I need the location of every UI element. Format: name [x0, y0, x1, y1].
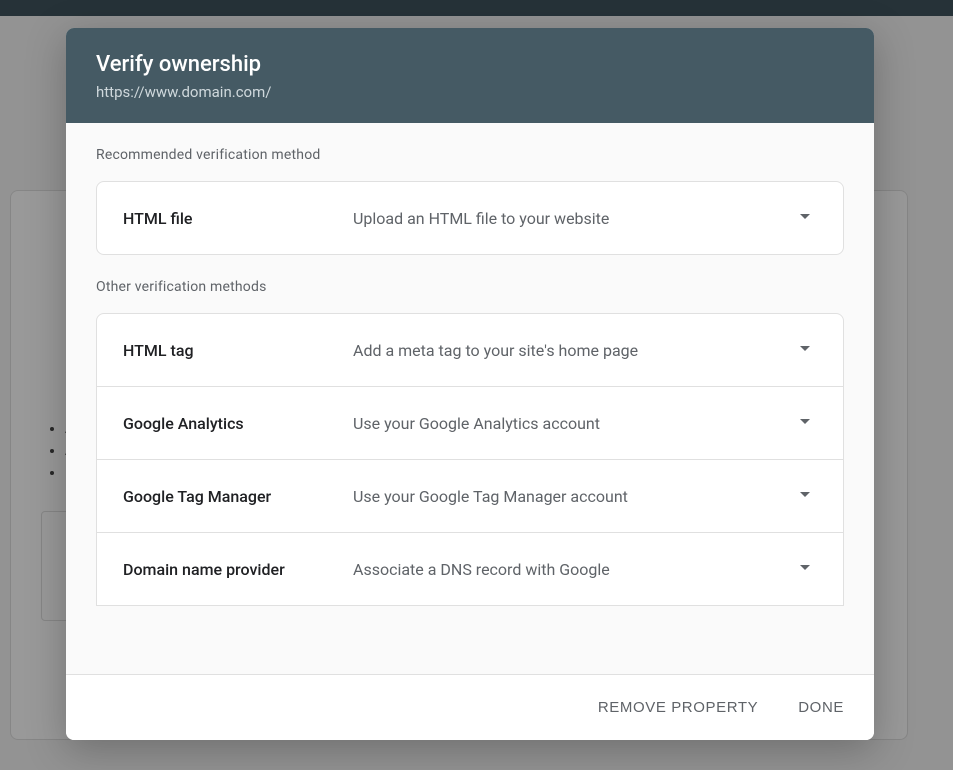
done-button[interactable]: DONE: [794, 691, 848, 724]
method-desc: Use your Google Analytics account: [353, 414, 793, 433]
app-top-bar: [0, 0, 953, 16]
dialog-header: Verify ownership https://www.domain.com/: [66, 28, 874, 123]
dialog-body: Recommended verification method HTML fil…: [66, 123, 874, 674]
method-name: Domain name provider: [123, 560, 353, 579]
verify-ownership-dialog: Verify ownership https://www.domain.com/…: [66, 28, 874, 740]
method-google-tag-manager[interactable]: Google Tag Manager Use your Google Tag M…: [96, 460, 844, 533]
method-desc: Upload an HTML file to your website: [353, 209, 793, 228]
method-name: HTML file: [123, 209, 353, 228]
recommended-section-label: Recommended verification method: [96, 147, 844, 163]
dialog-title: Verify ownership: [96, 52, 844, 77]
chevron-down-icon: [793, 555, 817, 583]
dialog-footer: REMOVE PROPERTY DONE: [66, 674, 874, 740]
chevron-down-icon: [793, 409, 817, 437]
remove-property-button[interactable]: REMOVE PROPERTY: [594, 691, 762, 724]
method-name: HTML tag: [123, 341, 353, 360]
method-google-analytics[interactable]: Google Analytics Use your Google Analyti…: [96, 387, 844, 460]
method-desc: Associate a DNS record with Google: [353, 560, 793, 579]
method-name: Google Tag Manager: [123, 487, 353, 506]
other-section-label: Other verification methods: [96, 279, 844, 295]
method-desc: Add a meta tag to your site's home page: [353, 341, 793, 360]
method-html-file[interactable]: HTML file Upload an HTML file to your we…: [96, 181, 844, 255]
method-html-tag[interactable]: HTML tag Add a meta tag to your site's h…: [96, 313, 844, 387]
chevron-down-icon: [793, 204, 817, 232]
method-desc: Use your Google Tag Manager account: [353, 487, 793, 506]
chevron-down-icon: [793, 336, 817, 364]
method-domain-name-provider[interactable]: Domain name provider Associate a DNS rec…: [96, 533, 844, 606]
method-name: Google Analytics: [123, 414, 353, 433]
chevron-down-icon: [793, 482, 817, 510]
dialog-url: https://www.domain.com/: [96, 83, 844, 101]
